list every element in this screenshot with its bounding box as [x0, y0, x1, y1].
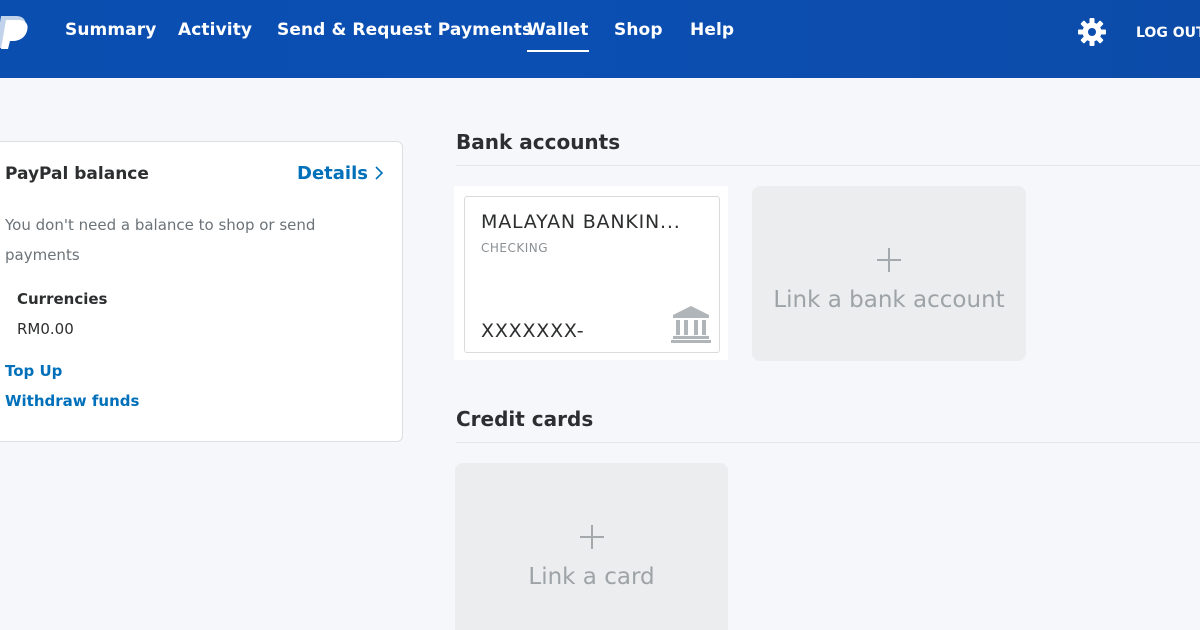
paypal-logo[interactable] — [0, 14, 32, 50]
bank-account-type: CHECKING — [481, 241, 549, 255]
nav-summary[interactable]: Summary — [65, 20, 156, 40]
balance-title: PayPal balance — [5, 164, 149, 184]
nav-send-request-payments[interactable]: Send & Request Payments — [277, 20, 532, 40]
chevron-right-icon — [375, 166, 384, 180]
bank-icon — [671, 306, 711, 343]
link-bank-account-label: Link a bank account — [773, 287, 1005, 313]
bank-account-tile[interactable]: MALAYAN BANKIN... CHECKING XXXXXXX- — [454, 186, 728, 360]
plus-icon — [580, 525, 604, 549]
bank-accounts-title: Bank accounts — [456, 130, 621, 154]
link-card-label: Link a card — [528, 564, 655, 590]
details-label: Details — [297, 163, 368, 184]
withdraw-funds-link[interactable]: Withdraw funds — [5, 392, 139, 410]
section-divider — [456, 442, 1200, 443]
top-navigation-bar: Summary Activity Send & Request Payments… — [0, 0, 1200, 78]
paypal-balance-card: PayPal balance Details You don't need a … — [0, 141, 403, 442]
balance-description: You don't need a balance to shop or send… — [5, 216, 316, 264]
plus-icon — [877, 248, 901, 272]
link-bank-account-button[interactable]: Link a bank account — [752, 186, 1026, 361]
nav-shop[interactable]: Shop — [614, 20, 663, 40]
nav-activity[interactable]: Activity — [178, 20, 252, 40]
section-divider — [456, 165, 1200, 166]
bank-account-number: XXXXXXX- — [481, 320, 585, 342]
currency-value: RM0.00 — [17, 320, 74, 338]
bank-name: MALAYAN BANKIN... — [481, 211, 681, 233]
top-up-link[interactable]: Top Up — [5, 362, 62, 380]
currencies-label: Currencies — [17, 290, 108, 308]
gear-icon[interactable] — [1076, 16, 1108, 48]
nav-wallet[interactable]: Wallet — [527, 20, 589, 52]
logout-button[interactable]: LOG OUT — [1136, 25, 1200, 41]
credit-cards-title: Credit cards — [456, 407, 594, 431]
nav-help[interactable]: Help — [690, 20, 734, 40]
bank-account-card: MALAYAN BANKIN... CHECKING XXXXXXX- — [464, 196, 720, 353]
link-card-button[interactable]: Link a card — [455, 463, 728, 630]
details-link[interactable]: Details — [297, 163, 384, 184]
